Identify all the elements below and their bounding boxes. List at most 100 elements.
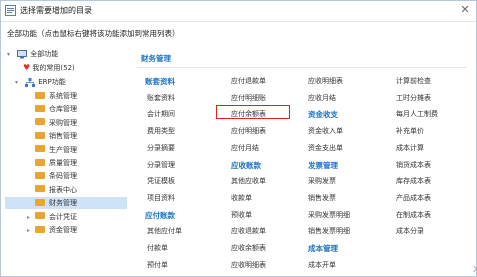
function-item[interactable]: 预付单 (147, 260, 168, 270)
function-item[interactable]: 付款单 (147, 243, 168, 253)
function-item[interactable]: 应付月结 (231, 143, 259, 153)
group-heading: 成本管理 (308, 244, 338, 253)
function-item[interactable]: 预收单 (231, 210, 252, 220)
tree-node-favorites[interactable]: ♥ 我的常用(52) (23, 62, 75, 74)
hierarchy-icon (25, 77, 36, 87)
folder-icon (35, 104, 45, 112)
tree-label-module: 财务管理 (49, 199, 77, 208)
function-item[interactable]: 资金支出单 (308, 143, 343, 153)
function-item[interactable]: 应收余额表 (231, 243, 266, 253)
function-item[interactable]: 补充单价 (396, 126, 424, 136)
tree-label-module: 条码管理 (49, 172, 77, 181)
tree-label-module: 会计凭证 (49, 212, 77, 221)
tree-label-module: 生产管理 (49, 145, 77, 154)
tree-node-root[interactable]: ▾ 全部功能 (7, 48, 58, 60)
function-item[interactable]: 在制成本表 (396, 210, 431, 220)
expand-icon[interactable]: ▸ (27, 225, 35, 237)
folder-icon (35, 91, 45, 99)
function-item[interactable]: 凭证模板 (147, 176, 175, 186)
close-icon[interactable]: ✕ (458, 3, 472, 17)
group-heading: 账套资料 (145, 77, 175, 86)
section-divider (137, 67, 467, 68)
function-item[interactable]: 应收退款单 (231, 226, 266, 236)
folder-icon (35, 225, 45, 233)
tree-label-root: 全部功能 (30, 50, 59, 58)
tree-label-module: 销售管理 (49, 132, 77, 141)
folder-icon (35, 198, 45, 206)
tree-node-module[interactable]: 销售管理 (35, 130, 77, 142)
function-item[interactable]: 其他应付单 (147, 226, 182, 236)
function-item[interactable]: 工时分摊表 (396, 93, 431, 103)
hint-text: 全部功能（点击鼠标右键将该功能添加到常用列表） (7, 29, 180, 38)
function-item[interactable]: 计算前检查 (396, 76, 431, 86)
function-item[interactable]: 账套资料 (147, 93, 175, 103)
function-item[interactable]: 应收明细表 (308, 76, 343, 86)
tree-node-module[interactable]: 质量管理 (35, 157, 77, 169)
expand-icon[interactable]: ▸ (27, 212, 35, 224)
tree-node-module[interactable]: 采购管理 (35, 117, 77, 129)
function-item[interactable]: 成本计算 (396, 143, 424, 153)
tree-node-module[interactable]: 生产管理 (35, 144, 77, 156)
function-item[interactable]: 资金收入单 (308, 126, 343, 136)
folder-icon (35, 158, 45, 166)
window-title: 选择需要增加的目录 (20, 6, 92, 15)
function-item[interactable]: 库存成本表 (396, 176, 431, 186)
tree-label-erp: ERP功能 (38, 78, 66, 86)
function-item[interactable]: 费用类型 (147, 126, 175, 136)
tree-node-module[interactable]: ▸ 会计凭证 (27, 211, 77, 223)
group-heading: 发票管理 (308, 160, 338, 170)
app-icon (5, 5, 16, 16)
group-heading: 资金收支 (308, 110, 338, 120)
function-item[interactable]: 销售发票明细 (308, 226, 350, 236)
title-bar: 选择需要增加的目录 ✕ (1, 1, 476, 22)
collapse-icon[interactable]: ▾ (7, 49, 15, 61)
function-item[interactable]: 成本分录 (396, 226, 424, 236)
folder-icon (35, 145, 45, 153)
highlight-box (216, 105, 290, 119)
section-title: 财务管理 (141, 54, 171, 63)
tree-node-erp[interactable]: ▾ ERP功能 (15, 76, 66, 88)
folder-icon (35, 171, 45, 179)
function-item[interactable]: 应收月结 (308, 93, 336, 103)
function-item[interactable]: 销售发票 (308, 193, 336, 203)
function-item[interactable]: 分录管理 (147, 160, 175, 170)
collapse-icon[interactable]: ▾ (15, 77, 23, 89)
tree-label-module: 采购管理 (49, 118, 77, 127)
function-item[interactable]: 应付明细账 (231, 93, 266, 103)
function-item[interactable]: 应付明细表 (231, 126, 266, 136)
function-item[interactable]: 产品成本表 (396, 193, 431, 203)
group-heading: 应付账款 (145, 210, 175, 220)
tree-label-module: 资金管理 (49, 226, 77, 234)
tree-label-favorites: 我的常用(52) (32, 64, 75, 72)
function-item[interactable]: 采购发票明细 (308, 210, 350, 220)
tree-node-module[interactable]: 仓库管理 (35, 103, 77, 115)
function-item[interactable]: 每月人工制费 (396, 109, 438, 119)
tree-node-module[interactable]: 系统管理 (35, 90, 77, 102)
function-item[interactable]: 分录摘要 (147, 143, 175, 153)
function-item[interactable]: 项目资料 (147, 193, 175, 203)
tree-node-module[interactable]: ▸ 资金管理 (27, 224, 77, 236)
function-item[interactable]: 销货成本表 (396, 160, 431, 170)
tree-label-module: 质量管理 (49, 159, 77, 167)
function-item[interactable]: 会计期间 (147, 109, 175, 119)
computer-icon (17, 49, 28, 58)
function-item[interactable]: 收款单 (231, 193, 252, 203)
tree-label-module: 系统管理 (49, 92, 77, 100)
folder-icon (35, 185, 45, 193)
tree-node-module[interactable]: 报表中心 (35, 184, 77, 196)
function-item[interactable]: 应付退款单 (231, 76, 266, 86)
folder-icon (35, 118, 45, 126)
group-heading: 应收账款 (231, 160, 261, 170)
function-item[interactable]: 应收明细表 (231, 260, 266, 270)
function-item[interactable]: 其他应收单 (231, 176, 266, 186)
tree-node-module[interactable]: 条码管理 (35, 170, 77, 182)
tree-node-module[interactable]: 财务管理 (35, 197, 77, 209)
dialog-window: 选择需要增加的目录 ✕ 全部功能（点击鼠标右键将该功能添加到常用列表） ▾ 全部… (0, 0, 477, 277)
function-panel: 财务管理 账套资料 账套资料 会计期间 费用类型 分录摘要 分录管理 凭证模板 项目资料 应付账… (131, 45, 471, 273)
tree-label-module: 仓库管理 (49, 105, 77, 114)
function-item[interactable]: 采购发票 (308, 176, 336, 186)
tree-label-module: 报表中心 (49, 185, 77, 194)
function-item[interactable]: 成本开单 (308, 260, 336, 270)
scroll-indicator[interactable] (473, 21, 477, 276)
folder-icon (35, 131, 45, 139)
